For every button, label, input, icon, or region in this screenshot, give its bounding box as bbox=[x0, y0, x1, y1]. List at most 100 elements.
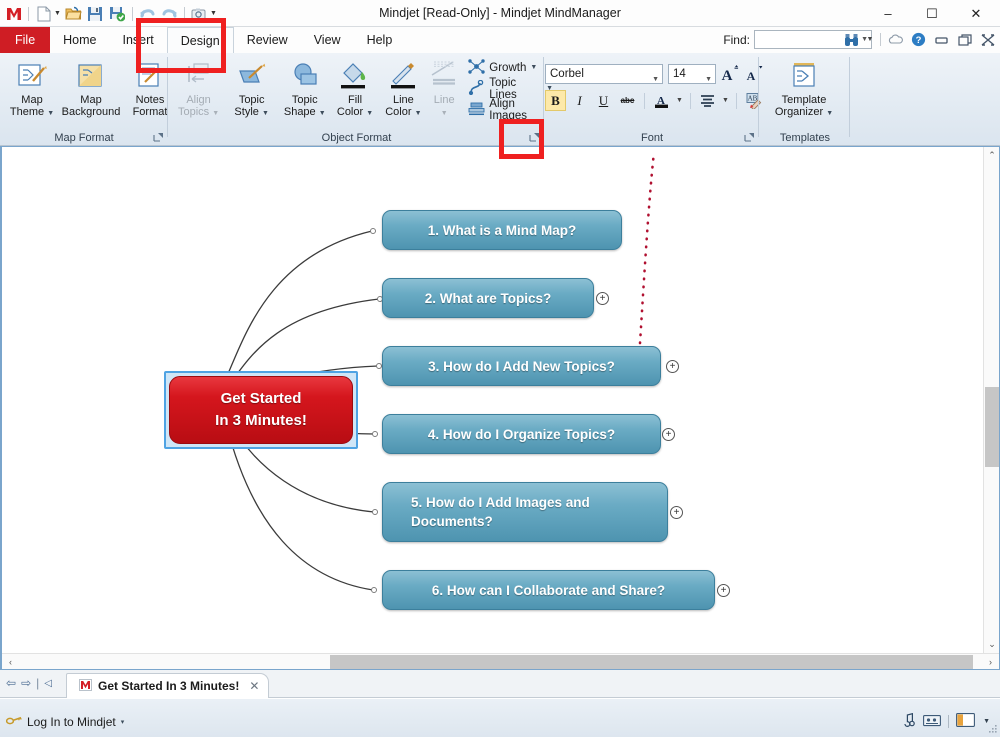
vertical-scroll-thumb[interactable] bbox=[985, 387, 999, 467]
tab-review[interactable]: Review bbox=[234, 27, 301, 53]
vertical-scrollbar[interactable]: ⌃ ⌄ bbox=[983, 147, 999, 653]
help-icon[interactable]: ? bbox=[910, 31, 927, 48]
topic-3[interactable]: 3. How do I Add New Topics? bbox=[382, 346, 661, 386]
scroll-up-button[interactable]: ⌃ bbox=[984, 147, 1000, 164]
map-background-button[interactable]: MapBackground bbox=[60, 55, 122, 118]
tab-file[interactable]: File bbox=[0, 27, 50, 53]
topic-6[interactable]: 6. How can I Collaborate and Share? bbox=[382, 570, 715, 610]
grow-font-button[interactable]: A bbox=[721, 63, 740, 84]
maximize-button[interactable]: ☐ bbox=[910, 0, 954, 27]
document-tab[interactable]: Get Started In 3 Minutes! ✕ bbox=[66, 673, 269, 698]
topic-shape-button[interactable]: TopicShape ▼ bbox=[278, 55, 331, 120]
document-tab-close-icon[interactable]: ✕ bbox=[249, 679, 259, 693]
fill-color-button[interactable]: FillColor ▼ bbox=[331, 55, 378, 120]
topic-style-label-2: Style bbox=[234, 106, 258, 118]
group-divider-4 bbox=[849, 57, 850, 137]
topic-5[interactable]: 5. How do I Add Images and Documents? bbox=[382, 482, 668, 542]
scroll-left-button[interactable]: ‹ bbox=[2, 654, 19, 670]
tab-home[interactable]: Home bbox=[50, 27, 109, 53]
font-color-button[interactable]: A bbox=[651, 90, 672, 111]
new-document-dropdown-icon[interactable]: ▼ bbox=[54, 10, 61, 17]
topic-style-icon bbox=[237, 59, 267, 93]
minimize-button[interactable]: – bbox=[866, 0, 910, 27]
topic-style-button[interactable]: TopicStyle ▼ bbox=[225, 55, 278, 120]
login-dropdown-icon[interactable]: ▾ bbox=[121, 718, 125, 726]
topic-shape-dropdown-icon[interactable]: ▼ bbox=[319, 110, 326, 117]
binoculars-dropdown-icon[interactable]: ▼ bbox=[866, 31, 874, 48]
presentation-icon[interactable] bbox=[923, 714, 941, 730]
scroll-down-button[interactable]: ⌄ bbox=[984, 636, 1000, 653]
topic-4-expand-button[interactable]: + bbox=[662, 428, 675, 441]
template-organizer-icon bbox=[788, 59, 820, 93]
template-organizer-button[interactable]: TemplateOrganizer ▼ bbox=[768, 55, 840, 120]
view-mode-icon[interactable] bbox=[956, 713, 976, 730]
topic-lines-button[interactable]: Topic Lines ▼ bbox=[466, 78, 553, 99]
restore-ribbon-icon[interactable] bbox=[956, 31, 973, 48]
font-name-input[interactable]: Corbel ▼ bbox=[545, 64, 663, 84]
font-dialog-launcher[interactable] bbox=[744, 132, 755, 143]
align-topics-dropdown-icon[interactable]: ▼ bbox=[212, 110, 219, 117]
tab-help[interactable]: Help bbox=[354, 27, 406, 53]
screenshot-dropdown-icon[interactable]: ▼ bbox=[210, 10, 217, 17]
central-topic[interactable]: Get Started In 3 Minutes! bbox=[164, 371, 358, 449]
map-format-dialog-launcher[interactable] bbox=[153, 132, 164, 143]
font-separator-3 bbox=[736, 93, 737, 109]
nav-forward-icon[interactable]: ⇨ bbox=[21, 676, 31, 690]
topic-6-expand-button[interactable]: + bbox=[717, 584, 730, 597]
close-button[interactable]: ✕ bbox=[954, 0, 998, 27]
login-to-mindjet-button[interactable]: Log In to Mindjet ▾ bbox=[6, 715, 124, 729]
font-color-dropdown-icon[interactable]: ▼ bbox=[675, 90, 684, 111]
tab-view[interactable]: View bbox=[301, 27, 354, 53]
audio-icon[interactable] bbox=[901, 713, 916, 730]
topic-style-dropdown-icon[interactable]: ▼ bbox=[262, 110, 269, 117]
topic-4[interactable]: 4. How do I Organize Topics? bbox=[382, 414, 661, 454]
topic-6-connector-nub bbox=[371, 587, 377, 593]
fill-color-dropdown-icon[interactable]: ▼ bbox=[366, 110, 373, 117]
underline-button[interactable]: U bbox=[593, 90, 614, 111]
new-document-icon[interactable] bbox=[34, 4, 53, 23]
line-button[interactable]: Line▼ bbox=[428, 55, 460, 120]
template-organizer-dropdown-icon[interactable]: ▼ bbox=[826, 110, 833, 117]
nav-list-icon[interactable]: ◁ bbox=[44, 678, 52, 689]
growth-label: Growth bbox=[489, 62, 526, 74]
find-label: Find: bbox=[723, 33, 750, 47]
binoculars-icon[interactable] bbox=[843, 31, 860, 48]
minimize-ribbon-icon[interactable] bbox=[933, 31, 950, 48]
font-size-dropdown-icon[interactable]: ▼ bbox=[705, 71, 712, 89]
topic-3-expand-button[interactable]: + bbox=[666, 360, 679, 373]
close-ribbon-icon[interactable] bbox=[979, 31, 996, 48]
italic-button[interactable]: I bbox=[569, 90, 590, 111]
mindjet-logo-icon[interactable] bbox=[4, 4, 23, 23]
map-canvas[interactable]: Get Started In 3 Minutes! 1. What is a M… bbox=[2, 147, 983, 653]
topic-1[interactable]: 1. What is a Mind Map? bbox=[382, 210, 622, 250]
map-theme-dropdown-icon[interactable]: ▼ bbox=[47, 110, 54, 117]
line-color-button[interactable]: LineColor ▼ bbox=[379, 55, 428, 120]
line-color-dropdown-icon[interactable]: ▼ bbox=[415, 110, 422, 117]
horizontal-scrollbar[interactable]: ‹ › bbox=[2, 653, 999, 669]
font-size-input[interactable]: 14 ▼ bbox=[668, 64, 716, 84]
align-text-dropdown-icon[interactable]: ▼ bbox=[721, 90, 730, 111]
strikethrough-button[interactable]: abc bbox=[617, 90, 638, 111]
align-images-button[interactable]: Align Images bbox=[466, 99, 553, 120]
font-name-dropdown-icon[interactable]: ▼ bbox=[652, 71, 659, 89]
nav-back-icon[interactable]: ⇦ bbox=[6, 676, 16, 690]
save-icon[interactable] bbox=[86, 4, 105, 23]
growth-button[interactable]: Growth ▼ bbox=[466, 57, 553, 78]
window-controls: – ☐ ✕ bbox=[866, 0, 998, 27]
horizontal-scroll-thumb[interactable] bbox=[330, 655, 973, 669]
save-and-check-icon[interactable] bbox=[108, 4, 127, 23]
document-nav-controls: ⇦ ⇨ | ◁ bbox=[6, 676, 52, 690]
line-dropdown-icon[interactable]: ▼ bbox=[441, 110, 448, 117]
open-folder-icon[interactable] bbox=[64, 4, 83, 23]
growth-dropdown-icon[interactable]: ▼ bbox=[530, 64, 537, 71]
resize-grip-icon[interactable] bbox=[986, 723, 998, 735]
cloud-icon[interactable] bbox=[887, 31, 904, 48]
scroll-right-button[interactable]: › bbox=[982, 654, 999, 670]
bold-button[interactable]: B bbox=[545, 90, 566, 111]
topic-2-expand-button[interactable]: + bbox=[596, 292, 609, 305]
map-background-label-2: Background bbox=[62, 106, 121, 118]
align-text-button[interactable] bbox=[697, 90, 718, 111]
map-theme-button[interactable]: MapTheme ▼ bbox=[4, 55, 60, 120]
topic-2[interactable]: 2. What are Topics? bbox=[382, 278, 594, 318]
topic-5-expand-button[interactable]: + bbox=[670, 506, 683, 519]
